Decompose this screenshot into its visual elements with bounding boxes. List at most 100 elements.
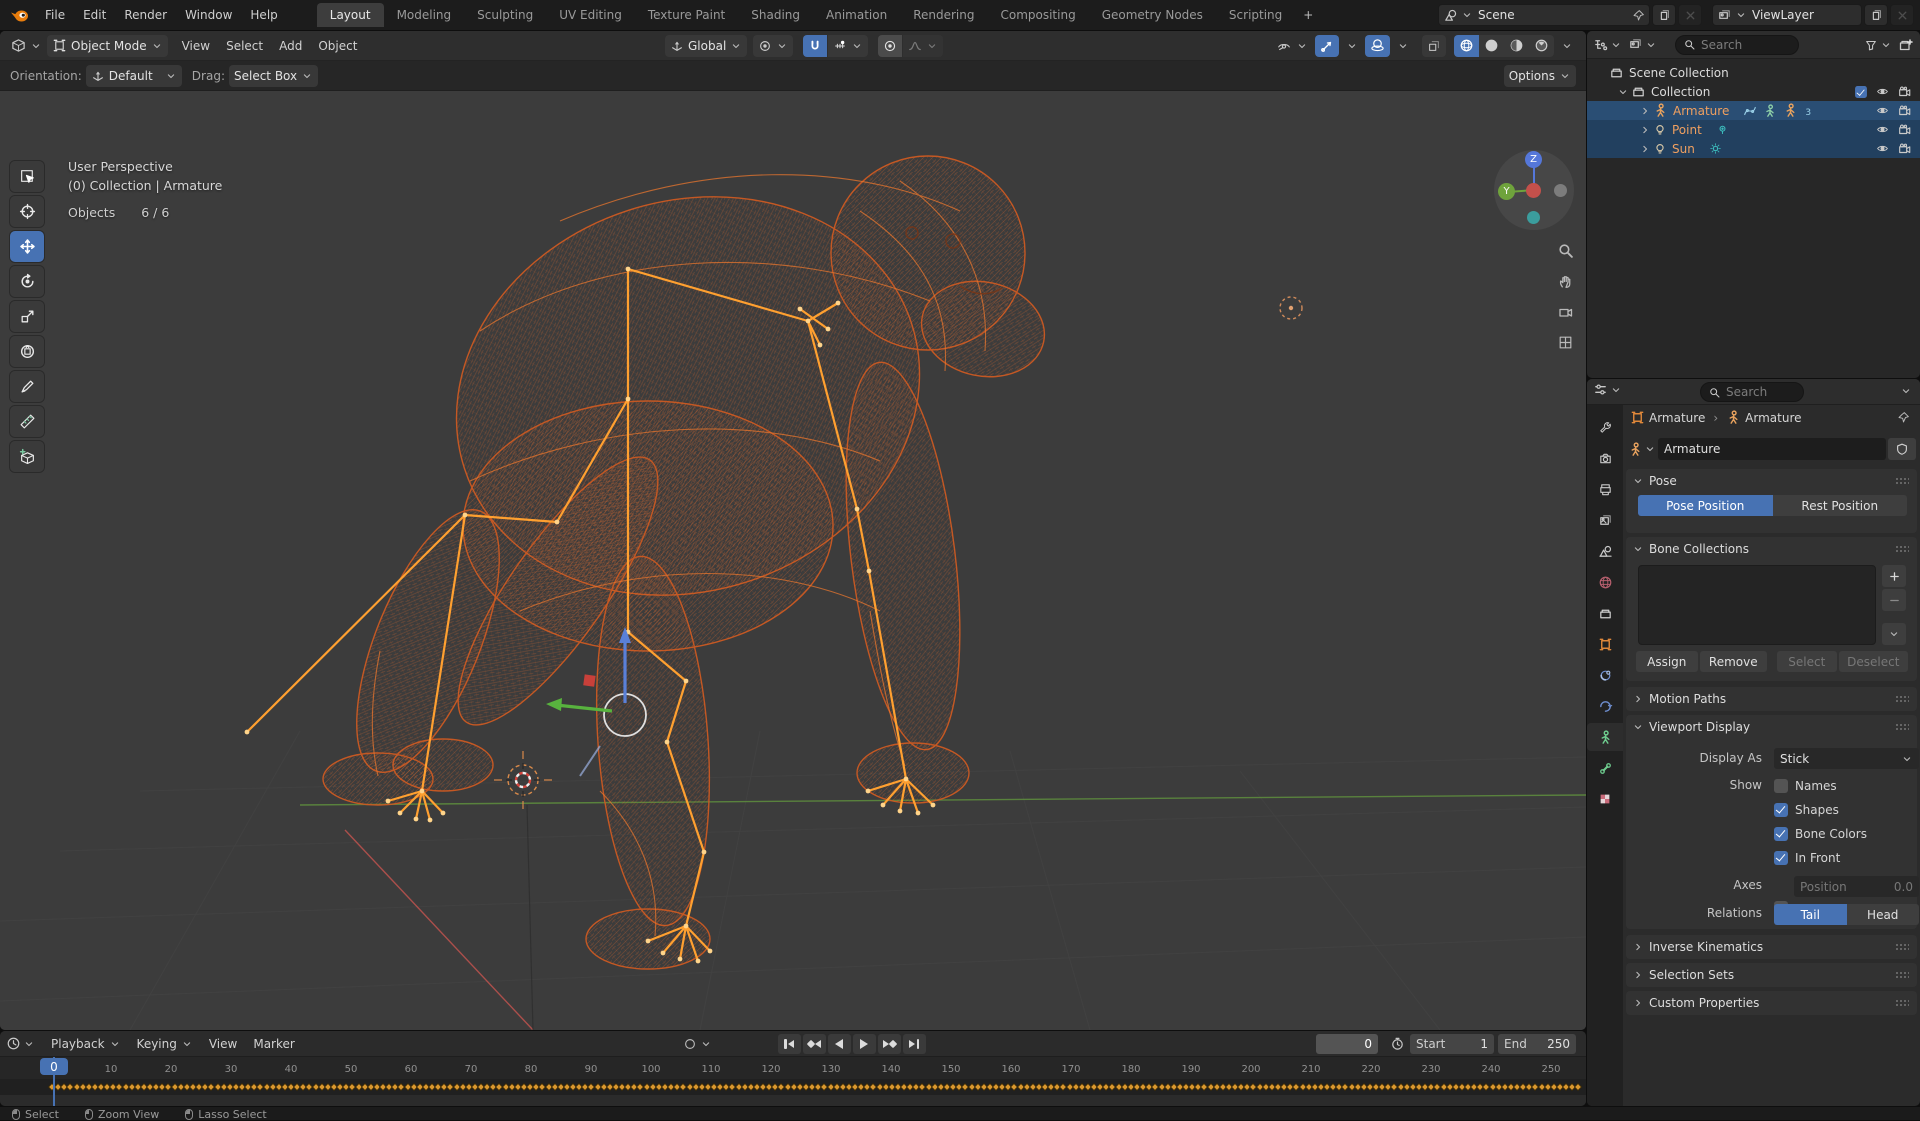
section-custom-properties[interactable]: Custom Properties [1626,991,1917,1015]
point-light-gizmo[interactable] [1279,296,1303,320]
properties-tab-tool[interactable] [1587,413,1623,441]
shading-dropdown[interactable] [1556,35,1578,57]
axes-position-slider[interactable]: Position 0.0 [1794,876,1919,897]
outliner-row-point[interactable]: Point [1587,120,1920,139]
transform-orientation-selector[interactable]: Global [665,34,748,57]
tab-sculpting[interactable]: Sculpting [464,3,546,27]
properties-tab-world[interactable] [1587,568,1623,596]
show-object-types[interactable] [1271,35,1313,57]
fake-user-button[interactable] [1888,438,1916,460]
play-button[interactable] [852,1033,876,1054]
mode-selector[interactable]: Object Mode [47,34,168,57]
camera-toggle-icon[interactable] [1897,123,1912,137]
xray-toggle[interactable] [1422,34,1446,57]
jump-to-end-button[interactable] [902,1033,926,1054]
rest-position-button[interactable]: Rest Position [1772,495,1907,516]
menu-window[interactable]: Window [176,4,241,26]
sun-light-gizmo[interactable] [494,751,552,809]
motion-paths-section[interactable]: Motion Paths [1626,687,1917,711]
timeline-editor-type[interactable] [6,1036,35,1051]
axis-x-handle[interactable] [1526,183,1541,198]
assign-button[interactable]: Assign [1636,651,1698,672]
camera-toggle-icon[interactable] [1897,85,1912,99]
viewport-menu-add[interactable]: Add [271,35,310,57]
properties-tab-object[interactable] [1587,630,1623,658]
viewlayer-new-button[interactable] [1864,4,1888,26]
snap-toggle[interactable] [803,34,828,57]
timeline-ruler[interactable]: 0 10 20 30 40 50 60 70 80 90 100 110 120 130 140 150 160… [0,1057,1586,1106]
id-type-button[interactable] [1628,441,1656,457]
tool-orientation-selector[interactable]: Default [85,64,182,87]
viewport-menu-object[interactable]: Object [310,35,365,57]
relations-tail-button[interactable]: Tail [1774,904,1847,925]
timeline-menu-playback[interactable]: Playback [43,1033,129,1055]
properties-tab-scene[interactable] [1587,537,1623,565]
outliner-row-collection[interactable]: Collection [1587,82,1920,101]
outliner-filter-button[interactable] [1864,38,1892,52]
checkbox-in-front[interactable] [1774,850,1788,865]
pan-hand-icon[interactable] [1552,268,1578,294]
properties-tab-bone[interactable] [1587,754,1623,782]
proportional-falloff[interactable] [903,34,944,57]
tool-scale[interactable] [10,301,44,332]
outliner-row-scene-collection[interactable]: Scene Collection [1587,63,1920,82]
axis-z-neg-handle[interactable] [1527,211,1540,224]
chevron-down-icon[interactable] [700,1038,712,1050]
remove-button[interactable]: Remove [1699,651,1767,672]
snap-settings[interactable] [828,34,869,57]
pin-icon[interactable] [1897,411,1910,424]
properties-tab-texture[interactable] [1587,785,1623,813]
tab-animation[interactable]: Animation [813,3,900,27]
viewlayer-delete-button[interactable] [1890,4,1914,26]
panel-grip[interactable] [1895,971,1909,979]
pose-position-button[interactable]: Pose Position [1638,495,1773,516]
current-frame-field[interactable]: 0 [1316,1033,1378,1054]
playhead-badge[interactable]: 0 [40,1058,68,1075]
eye-toggle-icon[interactable] [1875,85,1890,98]
play-reverse-button[interactable] [827,1033,851,1054]
viewlayer-selector[interactable]: ViewLayer [1712,4,1862,26]
checkbox-names[interactable] [1774,778,1788,793]
chevron-right-icon[interactable] [1639,143,1651,155]
tab-rendering[interactable]: Rendering [900,3,987,27]
tab-scripting[interactable]: Scripting [1216,3,1295,27]
section-selection-sets[interactable]: Selection Sets [1626,963,1917,987]
panel-grip[interactable] [1895,477,1909,485]
outliner-filter-type[interactable] [1628,37,1657,52]
properties-tab-view-layer[interactable] [1587,506,1623,534]
pin-icon[interactable] [1632,9,1645,22]
breadcrumb-object[interactable]: Armature [1649,411,1705,425]
id-name-field[interactable]: Armature [1658,438,1886,460]
drag-selector[interactable]: Select Box [228,64,319,87]
shading-rendered-button[interactable] [1529,34,1554,57]
chevron-down-icon[interactable] [1900,385,1912,397]
collections-specials-button[interactable] [1882,623,1906,645]
gizmos-toggle[interactable] [1315,34,1339,57]
tab-uv-editing[interactable]: UV Editing [546,3,635,27]
properties-editor-type[interactable] [1593,382,1622,397]
panel-grip[interactable] [1895,999,1909,1007]
checkbox-bone-colors[interactable] [1774,826,1788,841]
properties-tab-render[interactable] [1587,444,1623,472]
section-header[interactable]: Custom Properties [1626,991,1917,1015]
3d-canvas[interactable]: User Perspective (0) Collection | Armatu… [0,91,1586,1030]
add-workspace-button[interactable]: + [1295,4,1321,26]
shading-wireframe-button[interactable] [1454,34,1479,57]
properties-tab-output[interactable] [1587,475,1623,503]
chevron-down-icon[interactable] [1617,86,1629,98]
breadcrumb-data[interactable]: Armature [1745,411,1801,425]
properties-tab-physics[interactable] [1587,692,1623,720]
eye-toggle-icon[interactable] [1875,123,1890,136]
pose-section-header[interactable]: Pose [1626,469,1917,493]
display-as-dropdown[interactable]: Stick [1774,748,1919,769]
section-inverse-kinematics[interactable]: Inverse Kinematics [1626,935,1917,959]
tab-modeling[interactable]: Modeling [384,3,465,27]
relations-head-button[interactable]: Head [1846,904,1919,925]
start-frame-field[interactable]: Start 1 [1410,1033,1494,1054]
camera-toggle-icon[interactable] [1897,142,1912,156]
stopwatch-icon[interactable] [1390,1036,1405,1051]
outliner-search-input[interactable] [1701,37,1791,52]
outliner-display-mode[interactable] [1593,37,1622,52]
zoom-tool-icon[interactable] [1552,237,1578,263]
tool-select-box[interactable] [10,161,44,192]
